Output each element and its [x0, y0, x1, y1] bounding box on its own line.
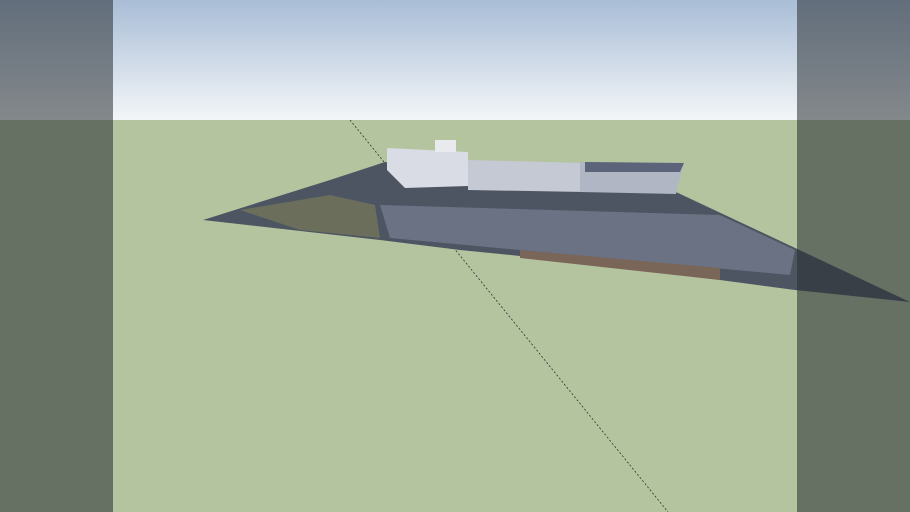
model-scene	[203, 119, 910, 512]
building-rooftop-unit	[435, 140, 456, 152]
right-letterbox	[797, 0, 910, 512]
3d-model-viewport[interactable]	[0, 0, 910, 512]
building-middle	[468, 160, 585, 192]
building-east-roof	[585, 162, 684, 172]
left-letterbox	[0, 0, 113, 512]
building-main	[387, 148, 468, 188]
